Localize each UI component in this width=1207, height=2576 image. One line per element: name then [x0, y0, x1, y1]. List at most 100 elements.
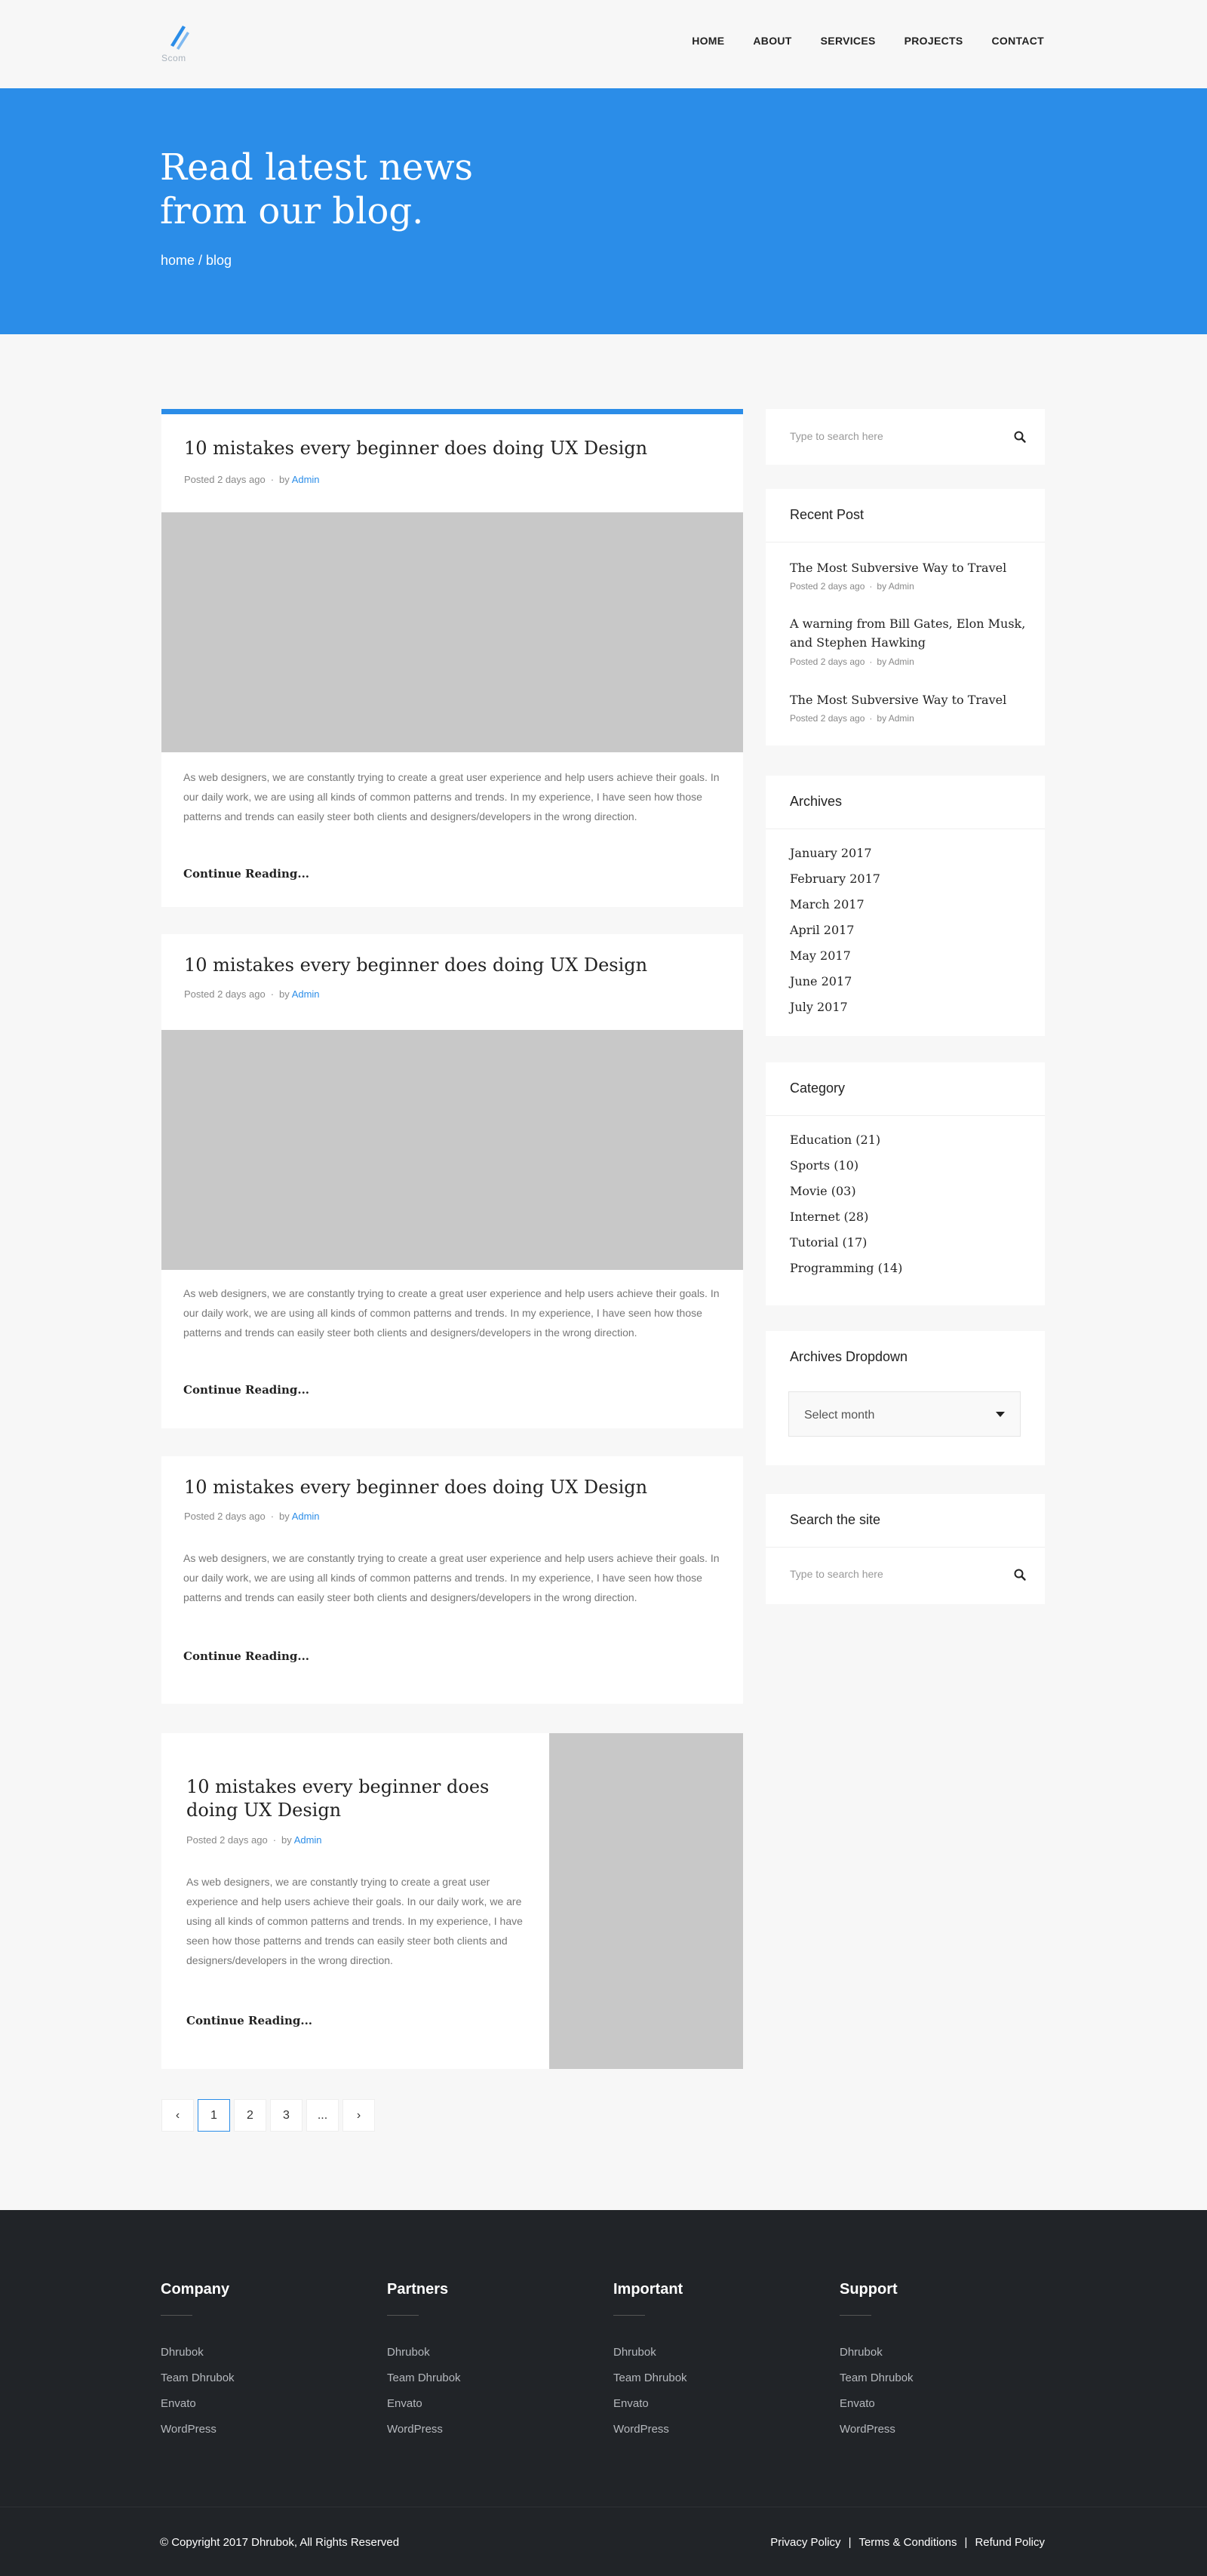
pagination-prev-button[interactable]: ‹	[161, 2099, 194, 2132]
archive-link[interactable]: April 2017	[790, 923, 854, 937]
divider	[840, 2315, 871, 2316]
footer-link[interactable]: Team Dhrubok	[613, 2372, 794, 2397]
footer-bottom-bar: © Copyright 2017 Dhrubok, All Rights Res…	[0, 2507, 1207, 2576]
footer-link[interactable]: WordPress	[387, 2423, 568, 2448]
divider	[766, 542, 1045, 543]
hero-banner: Read latest news from our blog. home / b…	[0, 88, 1207, 334]
widget-title: Recent Post	[790, 507, 865, 522]
post-image[interactable]	[549, 1733, 743, 2069]
recent-post-link[interactable]: A warning from Bill Gates, Elon Musk, an…	[790, 614, 1031, 652]
post-date: Posted 2 days ago	[184, 988, 266, 1000]
recent-post-link[interactable]: The Most Subversive Way to Travel	[790, 558, 1031, 577]
post-title[interactable]: 10 mistakes every beginner does doing UX…	[186, 1775, 511, 1822]
footer-link[interactable]: Dhrubok	[161, 2346, 342, 2372]
post-title[interactable]: 10 mistakes every beginner does doing UX…	[184, 954, 647, 977]
continue-reading-link[interactable]: Continue Reading...	[183, 867, 309, 881]
post-title[interactable]: 10 mistakes every beginner does doing UX…	[184, 437, 647, 460]
recent-post-meta: Posted 2 days ago · by Admin	[790, 581, 914, 592]
archive-link[interactable]: February 2017	[790, 871, 880, 886]
terms-link[interactable]: Terms & Conditions	[858, 2536, 957, 2549]
category-link[interactable]: Tutorial (17)	[790, 1235, 867, 1250]
breadcrumb[interactable]: home / blog	[161, 253, 232, 269]
post-title[interactable]: 10 mistakes every beginner does doing UX…	[184, 1476, 647, 1499]
archive-link[interactable]: January 2017	[790, 846, 872, 860]
category-link[interactable]: Programming (14)	[790, 1261, 902, 1275]
footer-link[interactable]: Envato	[387, 2397, 568, 2423]
pagination: ‹ 1 2 3 ... ›	[161, 2099, 375, 2132]
logo-text: Scom	[161, 53, 186, 63]
footer-link[interactable]: Dhrubok	[840, 2346, 1021, 2372]
site-search-input[interactable]: Type to search here	[790, 1568, 883, 1580]
divider	[766, 828, 1045, 829]
month-select[interactable]: Select month	[788, 1391, 1021, 1437]
search-site-widget: Search the site Type to search here	[766, 1494, 1045, 1604]
archive-link[interactable]: July 2017	[790, 1000, 848, 1014]
widget-title: Archives	[790, 794, 843, 809]
nav-home[interactable]: HOME	[692, 35, 724, 47]
recent-post-link[interactable]: The Most Subversive Way to Travel	[790, 690, 1031, 709]
post-date: Posted 2 days ago	[186, 1834, 268, 1846]
footer-link[interactable]: WordPress	[161, 2423, 342, 2448]
separator: |	[964, 2536, 968, 2549]
logo-mark-icon	[170, 26, 189, 50]
category-link[interactable]: Education (21)	[790, 1133, 880, 1147]
widget-title: Search the site	[790, 1512, 881, 1527]
post-author-link[interactable]: Admin	[292, 988, 320, 1000]
pagination-page-1[interactable]: 1	[198, 2099, 230, 2132]
footer-link[interactable]: WordPress	[840, 2423, 1021, 2448]
post-meta: Posted 2 days ago · by Admin	[184, 474, 320, 485]
post-by: by	[279, 1511, 290, 1522]
footer-link[interactable]: Team Dhrubok	[387, 2372, 568, 2397]
continue-reading-link[interactable]: Continue Reading...	[186, 2014, 312, 2027]
recent-post-date: Posted 2 days ago	[790, 581, 865, 592]
logo[interactable]: Scom	[160, 23, 198, 68]
footer-link[interactable]: Envato	[161, 2397, 342, 2423]
post-excerpt: As web designers, we are constantly tryi…	[183, 1552, 720, 1603]
search-icon[interactable]	[1013, 1568, 1027, 1582]
post-excerpt: As web designers, we are constantly tryi…	[183, 1287, 720, 1339]
category-link[interactable]: Internet (28)	[790, 1210, 868, 1224]
category-link[interactable]: Movie (03)	[790, 1184, 856, 1198]
archive-link[interactable]: March 2017	[790, 897, 865, 911]
post-image[interactable]	[161, 512, 743, 752]
recent-post-author: by Admin	[877, 581, 914, 592]
footer-column: Support Dhrubok Team Dhrubok Envato Word…	[840, 2281, 1021, 2448]
pagination-page-3[interactable]: 3	[270, 2099, 303, 2132]
pagination-page-2[interactable]: 2	[234, 2099, 266, 2132]
continue-reading-link[interactable]: Continue Reading...	[183, 1649, 309, 1663]
pagination-ellipsis[interactable]: ...	[306, 2099, 339, 2132]
post-image[interactable]	[161, 1030, 743, 1270]
recent-post-date: Posted 2 days ago	[790, 713, 865, 724]
search-icon[interactable]	[1013, 430, 1027, 444]
footer-link[interactable]: Dhrubok	[613, 2346, 794, 2372]
continue-reading-link[interactable]: Continue Reading...	[183, 1383, 309, 1397]
blog-post: 10 mistakes every beginner does doing UX…	[161, 1733, 743, 2069]
footer-link[interactable]: Envato	[840, 2397, 1021, 2423]
nav-services[interactable]: SERVICES	[821, 35, 876, 47]
search-input[interactable]: Type to search here	[790, 430, 883, 442]
footer-link[interactable]: Envato	[613, 2397, 794, 2423]
recent-post-meta: Posted 2 days ago · by Admin	[790, 713, 914, 724]
post-meta: Posted 2 days ago · by Admin	[184, 1511, 320, 1522]
main-nav: HOME ABOUT SERVICES PROJECTS CONTACT	[692, 35, 1044, 47]
privacy-policy-link[interactable]: Privacy Policy	[770, 2536, 840, 2549]
footer-link[interactable]: Team Dhrubok	[840, 2372, 1021, 2397]
nav-projects[interactable]: PROJECTS	[904, 35, 963, 47]
nav-about[interactable]: ABOUT	[753, 35, 791, 47]
category-link[interactable]: Sports (10)	[790, 1158, 858, 1173]
divider	[387, 2315, 419, 2316]
nav-contact[interactable]: CONTACT	[992, 35, 1045, 47]
post-author-link[interactable]: Admin	[292, 474, 320, 485]
recent-post-meta: Posted 2 days ago · by Admin	[790, 656, 914, 667]
post-author-link[interactable]: Admin	[294, 1834, 322, 1846]
post-meta: Posted 2 days ago · by Admin	[186, 1834, 322, 1846]
refund-policy-link[interactable]: Refund Policy	[975, 2536, 1045, 2549]
footer-link[interactable]: Team Dhrubok	[161, 2372, 342, 2397]
recent-post-author: by Admin	[877, 713, 914, 724]
footer-link[interactable]: Dhrubok	[387, 2346, 568, 2372]
post-author-link[interactable]: Admin	[292, 1511, 320, 1522]
archive-link[interactable]: June 2017	[790, 974, 852, 988]
footer-link[interactable]: WordPress	[613, 2423, 794, 2448]
pagination-next-button[interactable]: ›	[342, 2099, 375, 2132]
archive-link[interactable]: May 2017	[790, 948, 851, 963]
